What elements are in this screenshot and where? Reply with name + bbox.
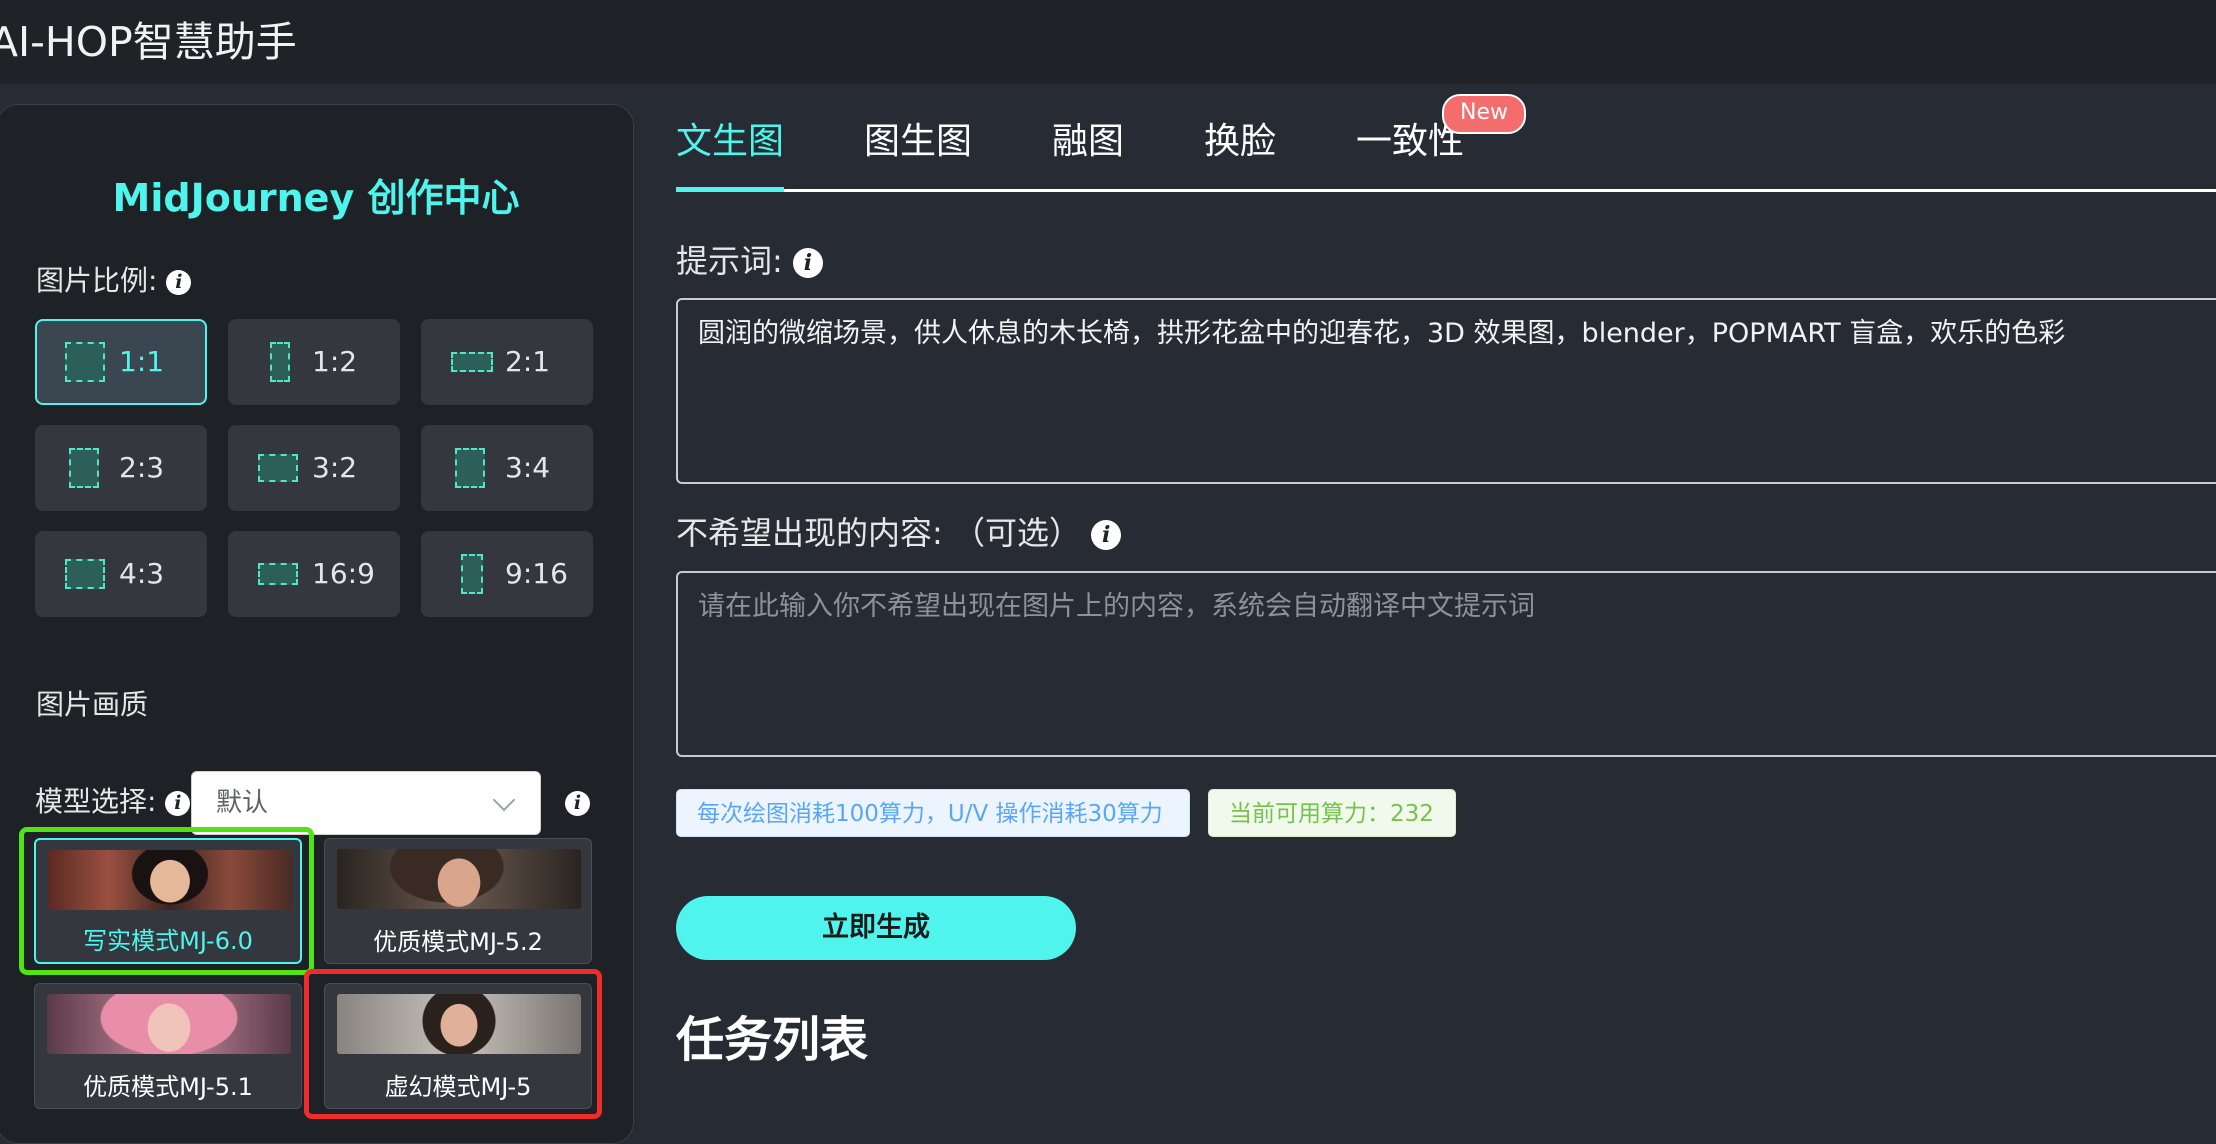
info-icon[interactable]: i: [165, 790, 191, 816]
sidebar-title: MidJourney 创作中心: [112, 176, 520, 220]
quality-label: 图片画质: [36, 688, 149, 721]
ratio-option-1-2[interactable]: 1:2: [228, 319, 400, 405]
model-card-mj-5[interactable]: 虚幻模式MJ-5: [324, 983, 592, 1109]
top-bar: AI-HOP智慧助手: [0, 0, 2216, 84]
model-thumbnail: [337, 994, 581, 1054]
model-card-mj-6-0[interactable]: 写实模式MJ-6.0: [34, 838, 302, 964]
tabs-divider: [676, 189, 2216, 192]
new-badge: New: [1442, 94, 1526, 134]
ratio-option-label: 1:1: [119, 345, 165, 378]
ratio-option-label: 9:16: [505, 557, 568, 590]
ratio-option-16-9[interactable]: 16:9: [228, 531, 400, 617]
ratio-option-label: 16:9: [312, 557, 375, 590]
ratio-option-label: 3:2: [312, 451, 358, 484]
app-title: AI-HOP智慧助手: [0, 18, 297, 66]
ratio-option-9-16[interactable]: 9:16: [421, 531, 593, 617]
tab-text-to-image[interactable]: 文生图: [676, 112, 784, 164]
active-tab-indicator: [676, 187, 784, 192]
ratio-portrait-icon: [69, 448, 99, 488]
ratio-option-4-3[interactable]: 4:3: [35, 531, 207, 617]
ratio-landscape-icon: [258, 454, 298, 482]
model-section-heading: 模型选择: i: [35, 780, 191, 820]
ratio-option-label: 2:1: [505, 345, 551, 378]
info-icon[interactable]: i: [1091, 520, 1122, 550]
prompt-field-label: 提示词: i: [676, 236, 823, 282]
cost-note-tag: 每次绘图消耗100算力，U/V 操作消耗30算力: [676, 789, 1190, 837]
ratio-portrait-icon: [461, 554, 483, 594]
ratio-option-1-1[interactable]: 1:1: [35, 319, 207, 405]
ratio-label: 图片比例:: [36, 264, 158, 297]
chevron-down-icon: [492, 788, 516, 812]
model-name: 优质模式MJ-5.1: [83, 1073, 253, 1101]
model-name: 优质模式MJ-5.2: [373, 928, 543, 956]
tab-face-swap[interactable]: 换脸: [1204, 112, 1276, 164]
quality-select[interactable]: 默认: [191, 771, 541, 835]
ratio-option-3-4[interactable]: 3:4: [421, 425, 593, 511]
ratio-option-label: 3:4: [505, 451, 551, 484]
model-label: 模型选择:: [35, 785, 157, 818]
negative-field-label: 不希望出现的内容: （可选） i: [676, 508, 1122, 554]
balance-tag: 当前可用算力：232: [1208, 789, 1456, 837]
model-thumbnail: [337, 849, 581, 909]
info-icon[interactable]: i: [166, 269, 192, 295]
negative-prompt-input[interactable]: 请在此输入你不希望出现在图片上的内容，系统会自动翻译中文提示词: [676, 571, 2216, 757]
ratio-square-icon: [65, 342, 105, 382]
prompt-label: 提示词:: [676, 242, 783, 280]
model-name: 写实模式MJ-6.0: [83, 927, 253, 955]
info-icon[interactable]: i: [565, 791, 590, 816]
ratio-option-2-3[interactable]: 2:3: [35, 425, 207, 511]
model-card-mj-5-2[interactable]: 优质模式MJ-5.2: [324, 838, 592, 964]
model-name: 虚幻模式MJ-5: [384, 1073, 532, 1101]
ratio-option-3-2[interactable]: 3:2: [228, 425, 400, 511]
model-thumbnail: [47, 994, 291, 1054]
ratio-landscape-icon: [451, 352, 493, 372]
ratio-section-label: 图片比例: i: [36, 259, 192, 299]
model-card-mj-5-1[interactable]: 优质模式MJ-5.1: [34, 983, 302, 1109]
ratio-option-2-1[interactable]: 2:1: [421, 319, 593, 405]
generate-button[interactable]: 立即生成: [676, 896, 1076, 960]
ratio-portrait-icon: [455, 448, 485, 488]
ratio-landscape-icon: [258, 563, 298, 585]
ratio-portrait-icon: [270, 342, 290, 382]
quality-select-value: 默认: [216, 788, 269, 818]
ratio-option-label: 1:2: [312, 345, 358, 378]
negative-label: 不希望出现的内容: （可选）: [676, 514, 1081, 552]
ratio-option-label: 4:3: [119, 557, 165, 590]
prompt-input[interactable]: 圆润的微缩场景，供人休息的木长椅，拱形花盆中的迎春花，3D 效果图，blende…: [676, 298, 2216, 484]
ratio-landscape-icon: [65, 559, 105, 589]
model-thumbnail: [48, 850, 292, 910]
tab-image-to-image[interactable]: 图生图: [864, 112, 972, 164]
tab-blend[interactable]: 融图: [1052, 112, 1124, 164]
ratio-option-label: 2:3: [119, 451, 165, 484]
task-list-title: 任务列表: [676, 1012, 869, 1068]
info-icon[interactable]: i: [792, 248, 823, 278]
